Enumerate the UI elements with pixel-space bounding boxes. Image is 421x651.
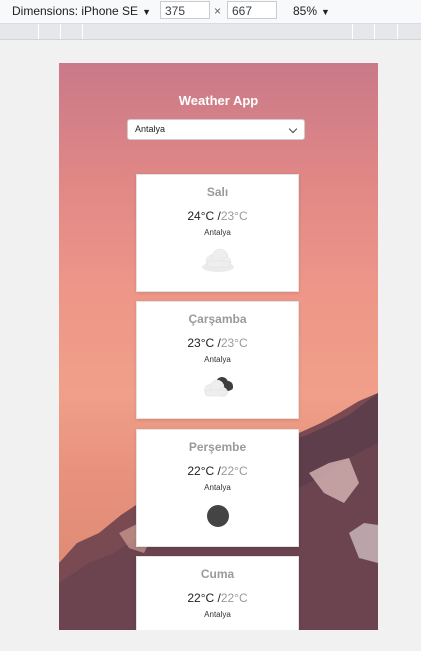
min-temp: 22°C [220, 464, 248, 478]
forecast-temps: 22°C /22°C [137, 591, 298, 605]
forecast-day: Perşembe [188, 440, 247, 454]
height-input[interactable]: 667 [227, 1, 277, 19]
max-temp: 22°C / [187, 591, 221, 605]
min-temp: 23°C [220, 336, 248, 350]
dark-dot-icon [207, 505, 229, 527]
chevron-down-icon [288, 124, 298, 134]
max-temp: 24°C / [187, 209, 221, 223]
app-title: Weather App [178, 93, 259, 108]
forecast-card: Çarşamba 23°C /23°C Antalya [136, 301, 299, 419]
zoom-label: 85% [293, 4, 318, 18]
min-temp: 22°C [220, 591, 248, 605]
max-temp: 22°C / [187, 464, 221, 478]
devtools-device-toolbar: Dimensions: iPhone SE ▼ 375 × 667 85% ▼ [0, 0, 421, 24]
broken-clouds-icon [204, 377, 233, 397]
forecast-card: Perşembe 22°C /22°C Antalya [136, 429, 299, 547]
forecast-city: Antalya [204, 355, 231, 364]
cloud-icon [202, 248, 234, 272]
forecast-city: Antalya [204, 228, 231, 237]
forecast-temps: 24°C /23°C [137, 209, 298, 223]
dimension-separator: × [214, 4, 222, 18]
device-viewport: Weather App Antalya Salı 24°C /23°C Anta… [59, 63, 378, 630]
forecast-card: Cuma 22°C /22°C Antalya [136, 556, 299, 630]
forecast-temps: 23°C /23°C [137, 336, 298, 350]
device-label: Dimensions: iPhone SE [12, 4, 139, 18]
city-select-value: Antalya [135, 124, 166, 134]
forecast-city: Antalya [204, 610, 231, 619]
width-input[interactable]: 375 [160, 1, 210, 19]
forecast-city: Antalya [204, 483, 231, 492]
caret-down-icon: ▼ [321, 7, 330, 17]
forecast-temps: 22°C /22°C [137, 464, 298, 478]
media-query-ruler[interactable] [0, 24, 421, 40]
max-temp: 23°C / [187, 336, 221, 350]
city-select[interactable]: Antalya [127, 119, 305, 140]
forecast-day: Çarşamba [188, 312, 247, 326]
cloud-icon [198, 628, 238, 630]
device-dropdown[interactable]: Dimensions: iPhone SE ▼ [12, 4, 151, 18]
min-temp: 23°C [220, 209, 248, 223]
forecast-day: Salı [206, 185, 229, 199]
zoom-dropdown[interactable]: 85% ▼ [293, 4, 330, 18]
forecast-card: Salı 24°C /23°C Antalya [136, 174, 299, 292]
forecast-day: Cuma [200, 567, 235, 581]
caret-down-icon: ▼ [142, 7, 151, 17]
